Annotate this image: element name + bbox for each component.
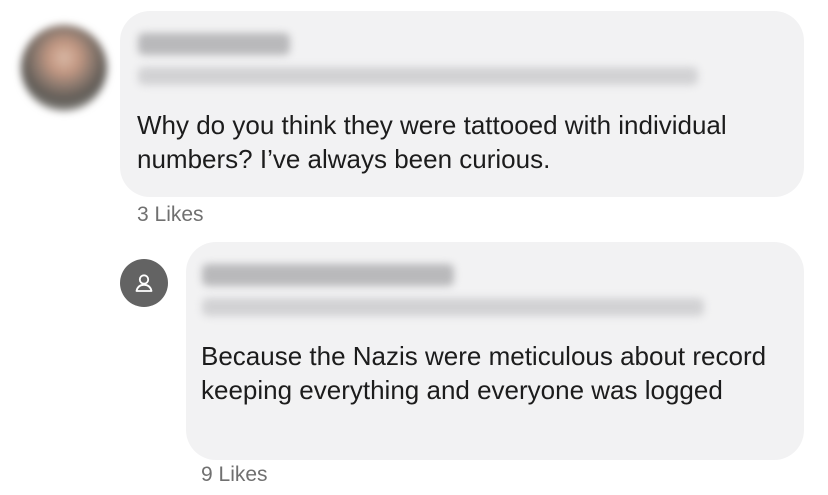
author-headline-redacted bbox=[138, 67, 698, 85]
comment-text: Why do you think they were tattooed with… bbox=[137, 110, 727, 174]
comment-bubble: Why do you think they were tattooed with… bbox=[120, 11, 804, 197]
avatar[interactable] bbox=[120, 259, 168, 307]
likes-count[interactable]: 9 Likes bbox=[201, 463, 268, 487]
author-name-redacted[interactable] bbox=[202, 264, 454, 286]
comment-text: Because the Nazis were meticulous about … bbox=[201, 341, 767, 405]
likes-count[interactable]: 3 Likes bbox=[137, 203, 204, 227]
author-headline-redacted bbox=[202, 298, 704, 316]
person-icon bbox=[135, 274, 153, 292]
comment-bubble: Because the Nazis were meticulous about … bbox=[186, 242, 804, 460]
avatar[interactable] bbox=[21, 25, 107, 111]
author-name-redacted[interactable] bbox=[138, 33, 290, 55]
